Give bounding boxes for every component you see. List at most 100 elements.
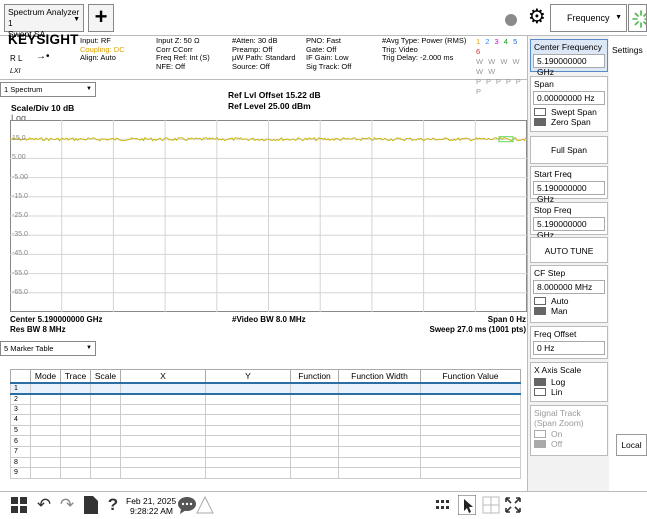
table-cell[interactable] (90, 414, 121, 426)
table-cell[interactable] (420, 403, 521, 416)
table-cell[interactable] (338, 445, 421, 458)
table-cell[interactable] (338, 424, 421, 437)
marker-number-cell[interactable]: 4 (10, 414, 31, 426)
marker-number-cell[interactable]: 3 (10, 403, 31, 416)
column-header[interactable]: Trace (60, 369, 91, 383)
table-row[interactable]: 9 (10, 467, 521, 479)
table-cell[interactable] (420, 445, 521, 458)
table-cell[interactable] (420, 467, 521, 479)
table-cell[interactable] (420, 414, 521, 426)
table-cell[interactable] (90, 445, 121, 458)
span-input[interactable]: 0.00000000 Hz (533, 91, 605, 105)
analyzer-tab[interactable]: Spectrum Analyzer 1 Swept SA ▼ (4, 4, 84, 39)
table-cell[interactable] (90, 393, 121, 405)
table-cell[interactable] (30, 414, 61, 426)
table-cell[interactable] (30, 381, 61, 395)
table-cell[interactable] (30, 403, 61, 416)
help-icon[interactable]: ? (102, 494, 124, 518)
column-header[interactable]: X (120, 369, 206, 383)
column-header[interactable]: Scale (90, 369, 121, 383)
marker-number-cell[interactable]: 8 (10, 456, 31, 469)
table-cell[interactable] (205, 435, 291, 447)
table-cell[interactable] (420, 393, 521, 405)
cf-step-auto-option[interactable]: Auto (531, 296, 607, 306)
freq-offset-key[interactable]: Freq Offset 0 Hz (530, 326, 608, 359)
table-cell[interactable] (205, 456, 291, 469)
table-cell[interactable] (120, 467, 206, 479)
span-key[interactable]: Span 0.00000000 Hz Swept Span Zero Span (530, 76, 608, 132)
table-cell[interactable] (420, 424, 521, 437)
table-row[interactable]: 2 (10, 393, 521, 405)
table-cell[interactable] (60, 393, 91, 405)
table-cell[interactable] (90, 467, 121, 479)
cf-step-man-option[interactable]: Man (531, 306, 607, 316)
full-span-button[interactable]: Full Span (530, 136, 608, 164)
table-cell[interactable] (90, 381, 121, 395)
x-axis-lin-option[interactable]: Lin (531, 387, 607, 397)
center-frequency-key[interactable]: Center Frequency 5.190000000 GHz (530, 39, 608, 77)
start-freq-input[interactable]: 5.190000000 GHz (533, 181, 605, 204)
table-cell[interactable] (338, 393, 421, 405)
table-cell[interactable] (30, 445, 61, 458)
table-cell[interactable] (290, 403, 339, 416)
auto-tune-button[interactable]: AUTO TUNE (530, 237, 608, 263)
stop-freq-input[interactable]: 5.190000000 GHz (533, 217, 605, 240)
marker-table[interactable]: Mode Trace Scale X Y Function Function W… (10, 369, 521, 479)
undo-icon[interactable]: ↶ (33, 494, 55, 518)
split-window-icon[interactable] (480, 494, 502, 518)
center-frequency-input[interactable]: 5.190000000 GHz (533, 54, 605, 77)
table-row[interactable]: 1 (10, 381, 521, 395)
window-select-dropdown[interactable]: 1 Spectrum ▼ (0, 82, 96, 97)
zero-span-option[interactable]: Zero Span (531, 117, 607, 127)
marker-number-cell[interactable]: 9 (10, 467, 31, 479)
trace-status-grid[interactable]: 1 2 3 4 5 6 W W W W W W P P P P P P (476, 37, 526, 97)
spectrum-plot[interactable] (10, 120, 527, 312)
table-cell[interactable] (60, 445, 91, 458)
swept-span-option[interactable]: Swept Span (531, 107, 607, 117)
marker-table-select-dropdown[interactable]: 5 Marker Table ▼ (0, 341, 96, 356)
table-cell[interactable] (30, 467, 61, 479)
table-cell[interactable] (30, 456, 61, 469)
column-header[interactable]: Function Value (420, 369, 521, 383)
menu-select-dropdown[interactable]: Frequency ▼ (550, 4, 627, 32)
table-cell[interactable] (205, 467, 291, 479)
file-icon[interactable] (80, 494, 102, 518)
table-cell[interactable] (60, 435, 91, 447)
table-cell[interactable] (290, 381, 339, 395)
column-header[interactable]: Mode (30, 369, 61, 383)
x-axis-scale-key[interactable]: X Axis Scale Log Lin (530, 362, 608, 402)
table-cell[interactable] (60, 467, 91, 479)
busy-spinner-icon[interactable] (628, 4, 647, 32)
table-cell[interactable] (120, 414, 206, 426)
windows-start-icon[interactable] (8, 494, 30, 518)
table-row[interactable]: 4 (10, 414, 521, 426)
warning-triangle-icon[interactable] (194, 494, 216, 518)
cf-step-input[interactable]: 8.000000 MHz (533, 280, 605, 294)
marker-number-cell[interactable]: 1 (10, 381, 31, 395)
settings-tab[interactable]: Settings (609, 36, 647, 56)
table-cell[interactable] (90, 456, 121, 469)
table-cell[interactable] (90, 424, 121, 437)
table-row[interactable]: 5 (10, 424, 521, 437)
redo-icon[interactable]: ↷ (56, 494, 78, 518)
table-cell[interactable] (120, 381, 206, 395)
table-cell[interactable] (60, 381, 91, 395)
table-cell[interactable] (338, 403, 421, 416)
table-cell[interactable] (30, 424, 61, 437)
table-cell[interactable] (120, 435, 206, 447)
table-cell[interactable] (338, 456, 421, 469)
table-cell[interactable] (420, 435, 521, 447)
table-cell[interactable] (420, 456, 521, 469)
table-cell[interactable] (290, 445, 339, 458)
table-cell[interactable] (205, 381, 291, 395)
table-cell[interactable] (60, 414, 91, 426)
table-cell[interactable] (205, 414, 291, 426)
table-cell[interactable] (90, 403, 121, 416)
marker-number-cell[interactable]: 2 (10, 393, 31, 405)
table-cell[interactable] (30, 393, 61, 405)
measurement-bar[interactable]: KEYSIGHT R L →• LXI Input: RF Coupling: … (0, 33, 527, 96)
marker-number-cell[interactable]: 7 (10, 445, 31, 458)
grid-layout-icon[interactable] (432, 494, 454, 518)
table-cell[interactable] (120, 445, 206, 458)
add-window-button[interactable]: + (88, 4, 114, 32)
